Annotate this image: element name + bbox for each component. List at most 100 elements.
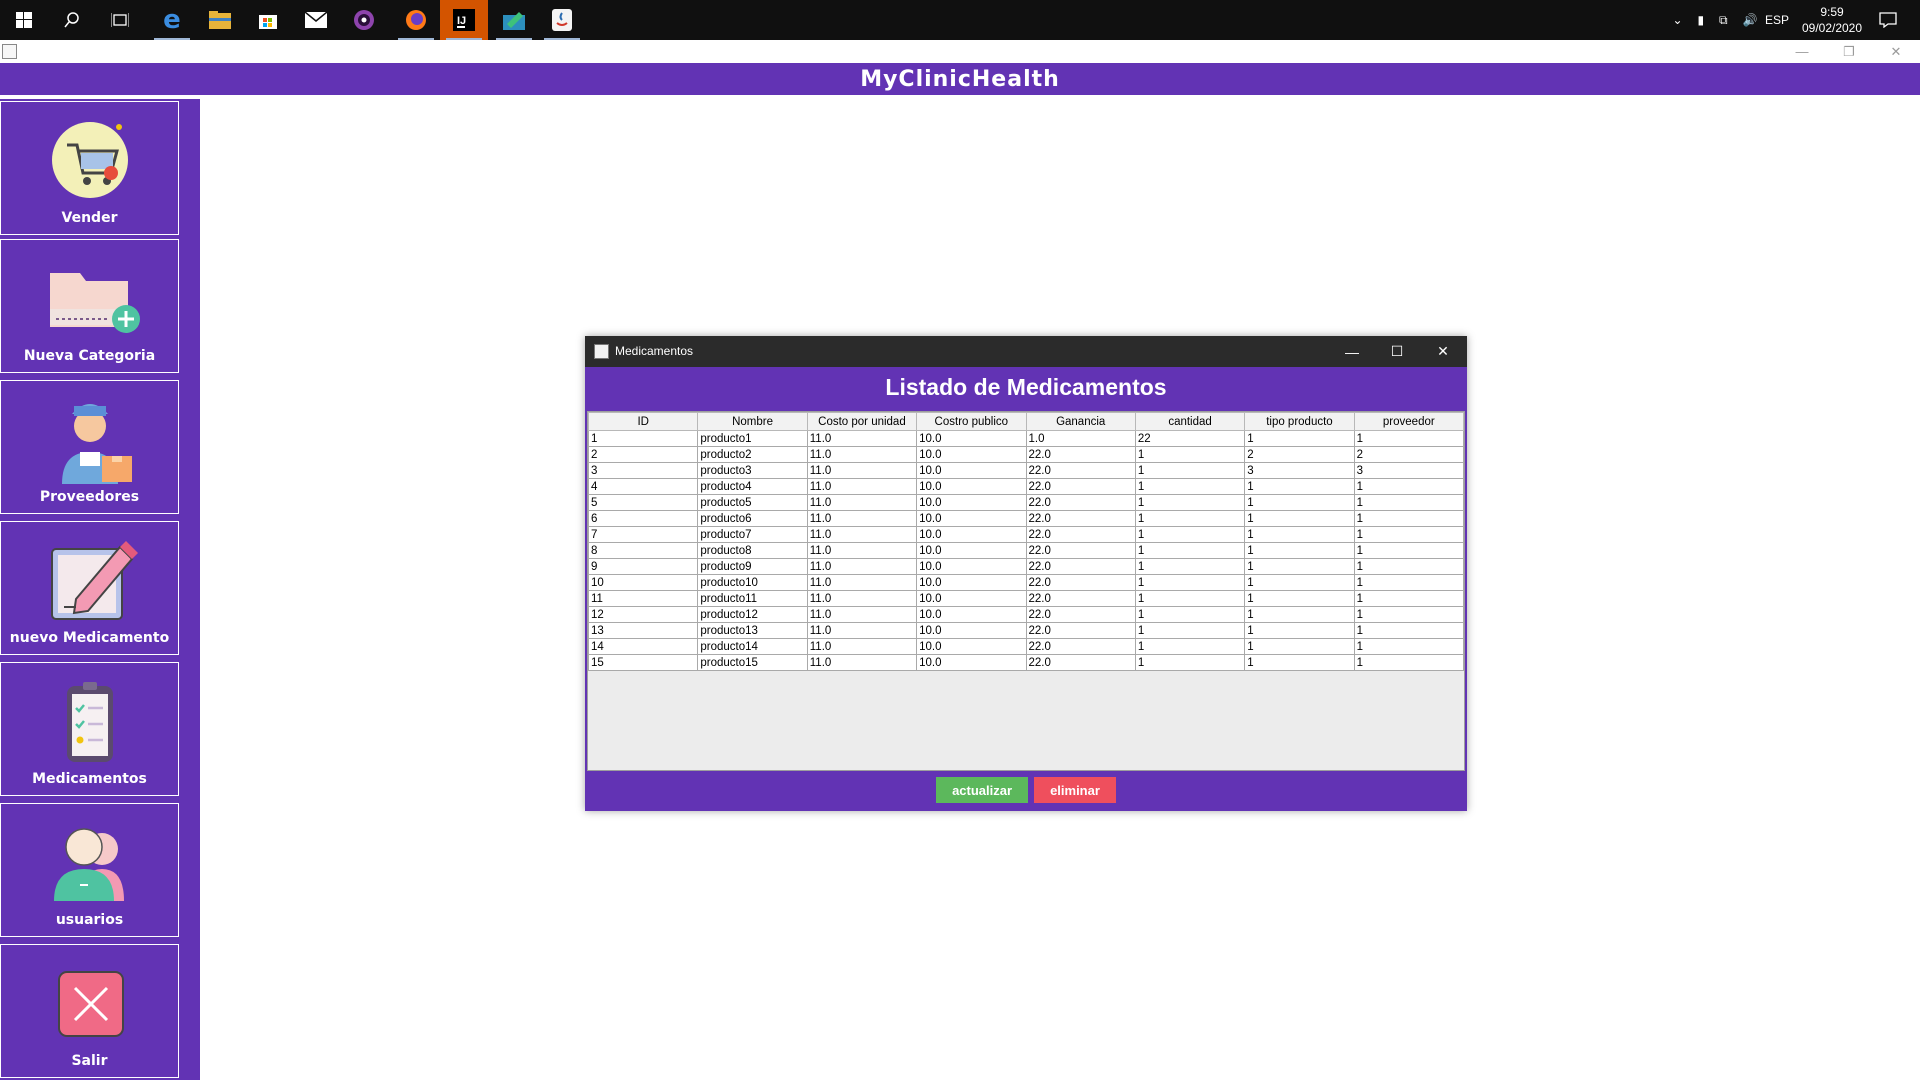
table-cell[interactable]: 1 [1353,638,1465,655]
table-cell[interactable]: 1 [1353,430,1465,447]
table-cell[interactable]: 10.0 [916,510,1027,527]
table-cell[interactable]: 13 [587,622,699,639]
table-cell[interactable]: 3 [1244,462,1355,479]
table-cell[interactable]: producto14 [697,638,808,655]
table-cell[interactable]: producto1 [697,430,808,447]
table-cell[interactable]: producto15 [697,654,808,671]
dialog-close-button[interactable]: ✕ [1421,336,1465,367]
editor-app-icon[interactable] [490,0,538,40]
table-cell[interactable]: 10.0 [916,622,1027,639]
table-cell[interactable]: 5 [587,494,699,511]
table-cell[interactable]: 1 [1134,510,1246,527]
table-cell[interactable]: producto9 [697,558,808,575]
battery-icon[interactable]: ▮ [1697,13,1704,27]
dialog-titlebar[interactable]: Medicamentos — ☐ ✕ [585,336,1467,367]
table-cell[interactable]: 1 [1244,590,1355,607]
table-cell[interactable]: producto13 [697,622,808,639]
table-cell[interactable]: producto12 [697,606,808,623]
table-cell[interactable]: 1 [1244,606,1355,623]
column-header[interactable]: ID [587,412,699,431]
medicamentos-table-scroll[interactable]: ID Nombre Costo por unidad Costro publico Ga… [587,411,1465,771]
table-cell[interactable]: 22.0 [1025,446,1136,463]
table-cell[interactable]: 22.0 [1025,542,1136,559]
table-cell[interactable]: 1 [1353,526,1465,543]
table-row[interactable]: 9 producto9 11.0 10.0 22.0 1 1 1 [587,558,1465,575]
table-cell[interactable]: 1 [1134,654,1246,671]
table-cell[interactable]: 1 [1353,478,1465,495]
table-cell[interactable]: 11.0 [806,510,918,527]
dialog-maximize-button[interactable]: ☐ [1375,336,1419,367]
table-cell[interactable]: 1 [1353,510,1465,527]
table-cell[interactable]: 1 [1134,574,1246,591]
table-cell[interactable]: 1 [1353,494,1465,511]
table-cell[interactable]: producto5 [697,494,808,511]
table-cell[interactable]: 3 [587,462,699,479]
table-cell[interactable]: producto3 [697,462,808,479]
table-cell[interactable]: 22.0 [1025,478,1136,495]
table-row[interactable]: 12 producto12 11.0 10.0 22.0 1 1 1 [587,606,1465,623]
table-cell[interactable]: 10.0 [916,494,1027,511]
sidebar-item-nueva-categoria[interactable]: Nueva Categoria [0,239,179,373]
table-cell[interactable]: 1 [1134,590,1246,607]
table-cell[interactable]: 22.0 [1025,574,1136,591]
java-app-icon[interactable] [538,0,586,40]
table-cell[interactable]: 11.0 [806,590,918,607]
edge-browser-icon[interactable]: e [148,0,196,40]
table-cell[interactable]: 10.0 [916,542,1027,559]
table-cell[interactable]: 7 [587,526,699,543]
table-cell[interactable]: 10.0 [916,606,1027,623]
table-cell[interactable]: 22.0 [1025,526,1136,543]
table-cell[interactable]: 11.0 [806,446,918,463]
table-row[interactable]: 5 producto5 11.0 10.0 22.0 1 1 1 [587,494,1465,511]
table-cell[interactable]: 6 [587,510,699,527]
table-cell[interactable]: 1 [1134,526,1246,543]
table-row[interactable]: 15 producto15 11.0 10.0 22.0 1 1 1 [587,654,1465,671]
table-cell[interactable]: 22.0 [1025,510,1136,527]
table-cell[interactable]: 11.0 [806,622,918,639]
column-header[interactable]: Ganancia [1025,412,1136,431]
table-cell[interactable]: 10.0 [916,430,1027,447]
table-row[interactable]: 13 producto13 11.0 10.0 22.0 1 1 1 [587,622,1465,639]
close-button[interactable]: ✕ [1874,40,1918,63]
volume-icon[interactable]: 🔊 [1743,13,1758,27]
table-row[interactable]: 1 producto1 11.0 10.0 1.0 22 1 1 [587,430,1465,447]
table-cell[interactable]: 1 [1134,622,1246,639]
table-cell[interactable]: 1 [1244,430,1355,447]
table-cell[interactable]: 1 [1353,606,1465,623]
table-cell[interactable]: 1 [1134,638,1246,655]
table-cell[interactable]: producto10 [697,574,808,591]
restore-button[interactable]: ❐ [1827,40,1871,63]
table-cell[interactable]: 14 [587,638,699,655]
table-cell[interactable]: 22.0 [1025,494,1136,511]
table-cell[interactable]: 11.0 [806,606,918,623]
table-cell[interactable]: 11.0 [806,542,918,559]
table-cell[interactable]: 10.0 [916,558,1027,575]
column-header[interactable]: Nombre [697,412,808,431]
table-cell[interactable]: 1 [1244,478,1355,495]
mail-icon[interactable] [292,0,340,40]
language-indicator[interactable]: ESP [1765,0,1795,40]
table-cell[interactable]: producto4 [697,478,808,495]
table-cell[interactable]: 11.0 [806,654,918,671]
minimize-button[interactable]: — [1780,40,1824,63]
table-cell[interactable]: 1 [1353,558,1465,575]
table-cell[interactable]: 2 [1353,446,1465,463]
table-cell[interactable]: 1 [1134,606,1246,623]
table-cell[interactable]: 10.0 [916,462,1027,479]
table-cell[interactable]: 11.0 [806,462,918,479]
dialog-minimize-button[interactable]: — [1330,336,1374,367]
file-explorer-icon[interactable] [196,0,244,40]
table-cell[interactable]: 1 [1134,446,1246,463]
table-cell[interactable]: 11 [587,590,699,607]
table-cell[interactable]: 10.0 [916,590,1027,607]
table-cell[interactable]: producto2 [697,446,808,463]
table-cell[interactable]: 11.0 [806,574,918,591]
sidebar-item-medicamentos[interactable]: Medicamentos [0,662,179,796]
table-row[interactable]: 6 producto6 11.0 10.0 22.0 1 1 1 [587,510,1465,527]
task-view-icon[interactable] [96,0,144,40]
table-row[interactable]: 2 producto2 11.0 10.0 22.0 1 2 2 [587,446,1465,463]
table-cell[interactable]: 1.0 [1025,430,1136,447]
table-cell[interactable]: 1 [1244,494,1355,511]
table-row[interactable]: 11 producto11 11.0 10.0 22.0 1 1 1 [587,590,1465,607]
table-row[interactable]: 3 producto3 11.0 10.0 22.0 1 3 3 [587,462,1465,479]
